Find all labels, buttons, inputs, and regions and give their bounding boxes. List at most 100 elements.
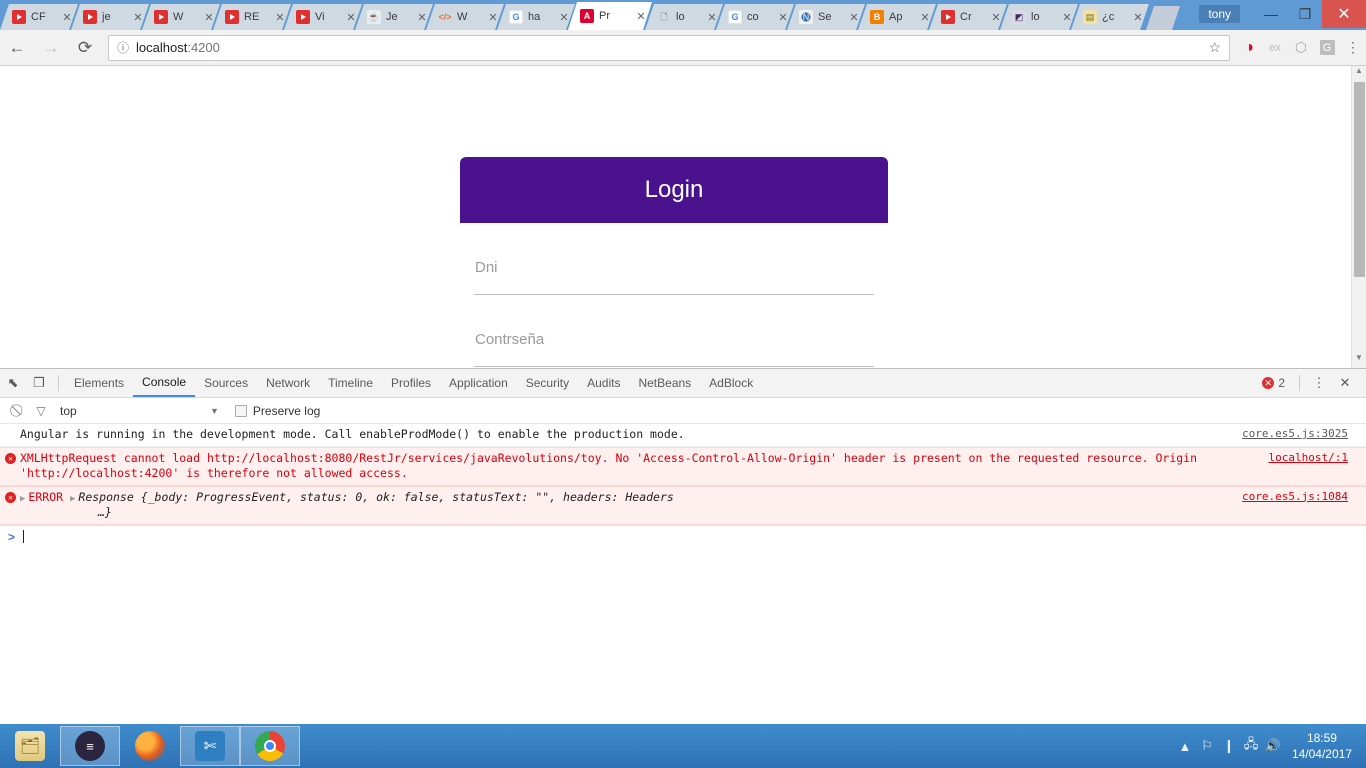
url-port: :4200 — [187, 40, 220, 55]
request-url-link[interactable]: http://localhost:8080/RestJr/services/ja… — [207, 451, 602, 465]
devtools-tab-sources[interactable]: Sources — [195, 369, 257, 397]
profile-chip[interactable]: tony — [1199, 5, 1240, 23]
devtools-tab-application[interactable]: Application — [440, 369, 517, 397]
tab-close-icon[interactable]: ✕ — [60, 10, 74, 24]
tab-close-icon[interactable]: ✕ — [486, 10, 500, 24]
chrome-menu-button[interactable]: ⋮ — [1340, 35, 1366, 61]
back-button[interactable]: ← — [0, 31, 34, 65]
address-bar[interactable]: ⓘ localhost:4200 ☆ — [108, 34, 1230, 61]
opera-vpn-icon[interactable]: ◑ — [1236, 35, 1262, 61]
tab-close-icon[interactable]: ✕ — [705, 10, 719, 24]
dni-input[interactable] — [474, 294, 874, 295]
browser-tab[interactable]: ▤ ¿c ✕ — [1071, 4, 1149, 30]
tab-close-icon[interactable]: ✕ — [202, 10, 216, 24]
console-source-link[interactable]: localhost/:1 — [1269, 451, 1348, 464]
error-count-value: 2 — [1278, 376, 1285, 390]
devtools-tab-audits[interactable]: Audits — [578, 369, 629, 397]
tab-close-icon[interactable]: ✕ — [918, 10, 932, 24]
scrollbar-thumb[interactable] — [1354, 82, 1365, 277]
inspect-element-icon[interactable]: ⬉ — [0, 370, 26, 396]
bookmark-star-icon[interactable]: ☆ — [1208, 39, 1221, 56]
tab-title: Vi — [315, 11, 325, 23]
network-icon[interactable]: 🖧 — [1240, 731, 1262, 761]
chevron-down-icon[interactable]: ▼ — [210, 406, 219, 416]
browser-tab[interactable]: Gha ✕ — [497, 4, 575, 30]
taskbar-item[interactable] — [240, 726, 300, 766]
taskbar-item[interactable]: 🗂 — [0, 726, 60, 766]
console-source-link[interactable]: core.es5.js:1084 — [1242, 490, 1348, 503]
filter-icon[interactable]: ▽ — [30, 400, 52, 422]
devtools-tab-console[interactable]: Console — [133, 369, 196, 397]
devtools-tab-adblock[interactable]: AdBlock — [700, 369, 762, 397]
tab-close-icon[interactable]: ✕ — [847, 10, 861, 24]
devtools-tab-netbeans[interactable]: NetBeans — [629, 369, 700, 397]
show-hidden-icons[interactable]: ▲ — [1174, 731, 1196, 761]
browser-tab[interactable]: A Pr ✕ — [568, 2, 652, 30]
tab-close-icon[interactable]: ✕ — [1060, 10, 1074, 24]
browser-tab[interactable]: Gco ✕ — [716, 4, 794, 30]
reload-button[interactable]: ⟳ — [68, 31, 102, 65]
expand-arrow-icon[interactable]: ▶ — [20, 493, 25, 505]
response-object[interactable]: Response {_body: ProgressEvent, status: … — [78, 490, 673, 504]
site-info-icon[interactable]: ⓘ — [117, 39, 129, 56]
tab-close-icon[interactable]: ✕ — [415, 10, 429, 24]
restore-button[interactable]: ❐ — [1288, 0, 1322, 28]
browser-tab[interactable]: Vi ✕ — [284, 4, 362, 30]
taskbar-item[interactable] — [120, 726, 180, 766]
browser-tab[interactable]: 🗋 lo ✕ — [645, 4, 723, 30]
context-selector[interactable]: top — [60, 404, 210, 418]
browser-tab[interactable]: </> W ✕ — [426, 4, 504, 30]
devtools-tab-elements[interactable]: Elements — [65, 369, 133, 397]
tab-close-icon[interactable]: ✕ — [344, 10, 358, 24]
tab-close-icon[interactable]: ✕ — [634, 9, 648, 23]
taskbar-item[interactable]: ≡ — [60, 726, 120, 766]
error-count-badge[interactable]: ✕ 2 — [1262, 376, 1285, 390]
flag-action-center-icon[interactable]: ⚐ — [1196, 731, 1218, 761]
tab-close-icon[interactable]: ✕ — [557, 10, 571, 24]
cube-extension-icon[interactable]: ⬡ — [1288, 35, 1314, 61]
page-scrollbar[interactable]: ▲ ▼ — [1351, 66, 1366, 368]
devtools-more-button[interactable]: ⋮ — [1306, 370, 1332, 396]
tab-close-icon[interactable]: ✕ — [776, 10, 790, 24]
ex-extension-icon[interactable]: ex — [1262, 35, 1288, 61]
new-tab-button[interactable] — [1146, 6, 1180, 30]
browser-tab[interactable]: W ✕ — [142, 4, 220, 30]
browser-tab[interactable]: CF ✕ — [0, 4, 78, 30]
origin-url-link[interactable]: http://localhost:4200 — [27, 466, 172, 480]
browser-tab[interactable]: Cr ✕ — [929, 4, 1007, 30]
browser-tab[interactable]: B Ap ✕ — [858, 4, 936, 30]
battery-icon[interactable]: ❙ — [1218, 731, 1240, 761]
devtools-close-button[interactable]: ✕ — [1332, 370, 1358, 396]
tab-close-icon[interactable]: ✕ — [989, 10, 1003, 24]
scroll-down-arrow-icon[interactable]: ▼ — [1352, 353, 1366, 368]
browser-tab[interactable]: RE ✕ — [213, 4, 291, 30]
browser-tab[interactable]: N Se ✕ — [787, 4, 865, 30]
browser-tab[interactable]: ◩ lo ✕ — [1000, 4, 1078, 30]
toggle-device-toolbar-icon[interactable]: ❐ — [26, 370, 52, 396]
password-input[interactable] — [474, 366, 874, 367]
devtools-tab-network[interactable]: Network — [257, 369, 319, 397]
tab-close-icon[interactable]: ✕ — [273, 10, 287, 24]
devtools-tab-profiles[interactable]: Profiles — [382, 369, 440, 397]
taskbar-clock[interactable]: 18:59 14/04/2017 — [1292, 730, 1356, 762]
preserve-log-checkbox[interactable] — [234, 404, 247, 417]
console-source-link[interactable]: core.es5.js:3025 — [1242, 427, 1348, 440]
scroll-up-arrow-icon[interactable]: ▲ — [1352, 66, 1366, 81]
expand-object-arrow-icon[interactable]: ▶ — [70, 493, 75, 505]
taskbar-item[interactable]: ✄ — [180, 726, 240, 766]
minimize-button[interactable]: — — [1254, 0, 1288, 28]
console-prompt-row[interactable]: > — [0, 524, 1366, 548]
tab-close-icon[interactable]: ✕ — [1131, 10, 1145, 24]
address-bar-url: localhost:4200 — [136, 40, 220, 55]
volume-icon[interactable]: 🔊 — [1262, 731, 1284, 761]
error-tag: ERROR — [28, 489, 70, 504]
g-extension-icon[interactable]: G — [1314, 35, 1340, 61]
devtools-tab-timeline[interactable]: Timeline — [319, 369, 382, 397]
clear-console-icon[interactable]: ⃠ — [8, 400, 30, 422]
tab-close-icon[interactable]: ✕ — [131, 10, 145, 24]
devtools-tab-security[interactable]: Security — [517, 369, 578, 397]
forward-button[interactable]: → — [34, 31, 68, 65]
browser-tab[interactable]: ☕ Je ✕ — [355, 4, 433, 30]
close-window-button[interactable]: ✕ — [1322, 0, 1366, 28]
browser-tab[interactable]: je ✕ — [71, 4, 149, 30]
